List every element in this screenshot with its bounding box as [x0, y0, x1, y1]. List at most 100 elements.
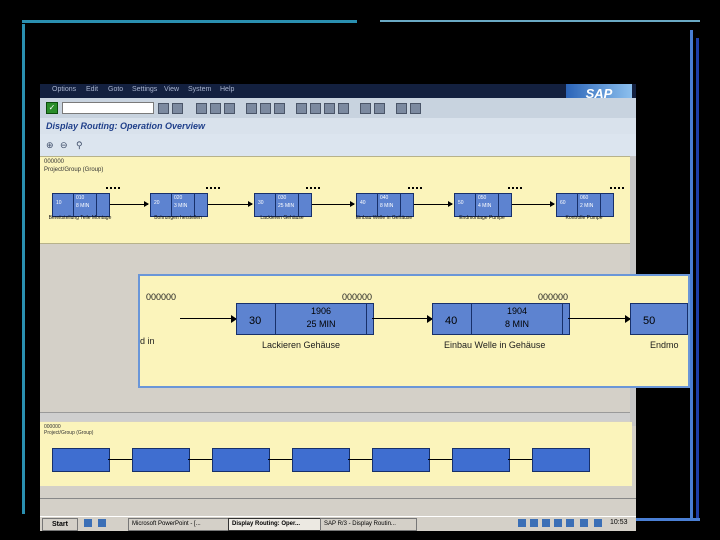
taskbar-button[interactable]: SAP R/3 - Display Routin...: [320, 518, 417, 531]
shortcut-icon[interactable]: [374, 103, 385, 114]
operation-duration: 4 MIN: [478, 203, 492, 209]
operation-number: 10: [56, 200, 62, 206]
network-header-text: Project/Group (Group): [44, 430, 94, 436]
tray-icon[interactable]: [580, 519, 588, 527]
menu-item-settings[interactable]: Settings: [132, 86, 157, 93]
operation-code: 1904: [506, 306, 528, 316]
tray-icon[interactable]: [530, 519, 538, 527]
operation-box[interactable]: [452, 448, 510, 472]
save-icon[interactable]: [172, 103, 183, 114]
cancel-icon[interactable]: [210, 103, 221, 114]
operation-code: 010: [76, 195, 85, 201]
operation-box[interactable]: [372, 448, 430, 472]
previous-page-icon[interactable]: [310, 103, 321, 114]
taskbar-button-active[interactable]: Display Routing: Oper...: [228, 518, 321, 531]
operation-label: Lackieren Gehäuse: [260, 215, 304, 221]
slide-decor-line: [690, 30, 693, 520]
menu-item-view[interactable]: View: [164, 86, 179, 93]
graphic-icon[interactable]: ⚲: [76, 140, 83, 151]
slide-decor-line: [380, 20, 700, 22]
operation-box[interactable]: 20 020 3 MIN: [150, 193, 208, 217]
op-marker: [508, 187, 522, 192]
application-toolbar: ⊕ ⊖ ⚲: [40, 134, 636, 156]
flow-arrow: [508, 459, 532, 460]
tray-icon[interactable]: [542, 519, 550, 527]
operation-code: 020: [174, 195, 183, 201]
first-page-icon[interactable]: [296, 103, 307, 114]
next-page-icon[interactable]: [324, 103, 335, 114]
print-icon[interactable]: [246, 103, 257, 114]
operation-box[interactable]: [52, 448, 110, 472]
slide-decor-line: [22, 20, 357, 23]
exit-icon[interactable]: [196, 103, 207, 114]
tray-icon[interactable]: [566, 519, 574, 527]
flow-arrow: [110, 201, 149, 207]
operation-code: 1906: [310, 306, 332, 316]
network-header-text: Project/Group (Group): [44, 167, 104, 173]
zoom-in-icon[interactable]: ⊕: [46, 140, 54, 151]
zoom-code: 000000: [146, 292, 177, 302]
taskbar-button[interactable]: Microsoft PowerPoint - [...: [128, 518, 229, 531]
menu-item-help[interactable]: Help: [220, 86, 234, 93]
quicklaunch-icon[interactable]: [98, 519, 106, 527]
operation-box-zoomed[interactable]: 30 1906 25 MIN: [236, 303, 374, 335]
operation-number: 40: [445, 315, 458, 327]
flow-arrow: [108, 459, 132, 460]
operation-label: Bereitstellung Teile Montage: [48, 215, 112, 221]
zoom-out-icon[interactable]: ⊖: [60, 140, 68, 151]
menu-item-edit[interactable]: Edit: [86, 86, 98, 93]
operation-box[interactable]: 60 060 2 MIN: [556, 193, 614, 217]
operation-number: 50: [458, 200, 464, 206]
operation-number: 30: [258, 200, 264, 206]
find-next-icon[interactable]: [274, 103, 285, 114]
find-icon[interactable]: [260, 103, 271, 114]
flow-arrow: [180, 315, 237, 323]
back-icon[interactable]: [158, 103, 169, 114]
flow-arrow: [568, 315, 631, 323]
operation-box[interactable]: 30 030 25 MIN: [254, 193, 312, 217]
operation-box[interactable]: [292, 448, 350, 472]
operation-box[interactable]: 10 010 8 MIN: [52, 193, 110, 217]
operation-box-zoomed[interactable]: 40 1904 8 MIN: [432, 303, 570, 335]
op-marker: [408, 187, 422, 192]
command-field[interactable]: [62, 102, 154, 114]
stop-icon[interactable]: [224, 103, 235, 114]
tray-icon[interactable]: [518, 519, 526, 527]
operation-duration: 8 MIN: [76, 203, 90, 209]
operation-label: Endmontage Pumpe: [459, 215, 505, 221]
enter-icon[interactable]: ✓: [46, 102, 58, 114]
operation-duration: 25 MIN: [278, 203, 295, 209]
tray-icon[interactable]: [554, 519, 562, 527]
start-button[interactable]: Start: [42, 518, 78, 531]
operation-duration: 3 MIN: [174, 203, 188, 209]
flow-arrow: [312, 201, 355, 207]
operation-box[interactable]: 50 050 4 MIN: [454, 193, 512, 217]
menu-item-options[interactable]: Options: [52, 86, 76, 93]
network-header-code: 000000: [44, 159, 65, 165]
layout-icon[interactable]: [410, 103, 421, 114]
standard-toolbar: ✓: [40, 98, 636, 118]
operation-number: 40: [360, 200, 366, 206]
quicklaunch-icon[interactable]: [84, 519, 92, 527]
new-session-icon[interactable]: [360, 103, 371, 114]
horizontal-scrollbar[interactable]: [40, 412, 630, 421]
operation-duration: 8 MIN: [380, 203, 394, 209]
routing-network-graphic: 000000 Project/Group (Group) 10 010 8 MIN…: [40, 156, 632, 244]
flow-arrow: [208, 201, 253, 207]
slide-decor-line: [22, 24, 25, 514]
slide-decor-line: [696, 38, 699, 518]
tray-icon[interactable]: [594, 519, 602, 527]
operation-box-zoomed[interactable]: 50: [630, 303, 688, 335]
windows-taskbar: Start Microsoft PowerPoint - [... Displa…: [40, 516, 636, 531]
operation-box[interactable]: 40 040 8 MIN: [356, 193, 414, 217]
operation-label: Bohrungen herstellen: [154, 215, 202, 221]
menu-item-goto[interactable]: Goto: [108, 86, 123, 93]
routing-network-graphic-2: 000000 Project/Group (Group): [40, 422, 632, 486]
operation-box[interactable]: [132, 448, 190, 472]
menu-item-system[interactable]: System: [188, 86, 211, 93]
last-page-icon[interactable]: [338, 103, 349, 114]
help-icon[interactable]: [396, 103, 407, 114]
operation-box[interactable]: [212, 448, 270, 472]
operation-label-fragment: d in: [140, 336, 155, 346]
operation-box[interactable]: [532, 448, 590, 472]
